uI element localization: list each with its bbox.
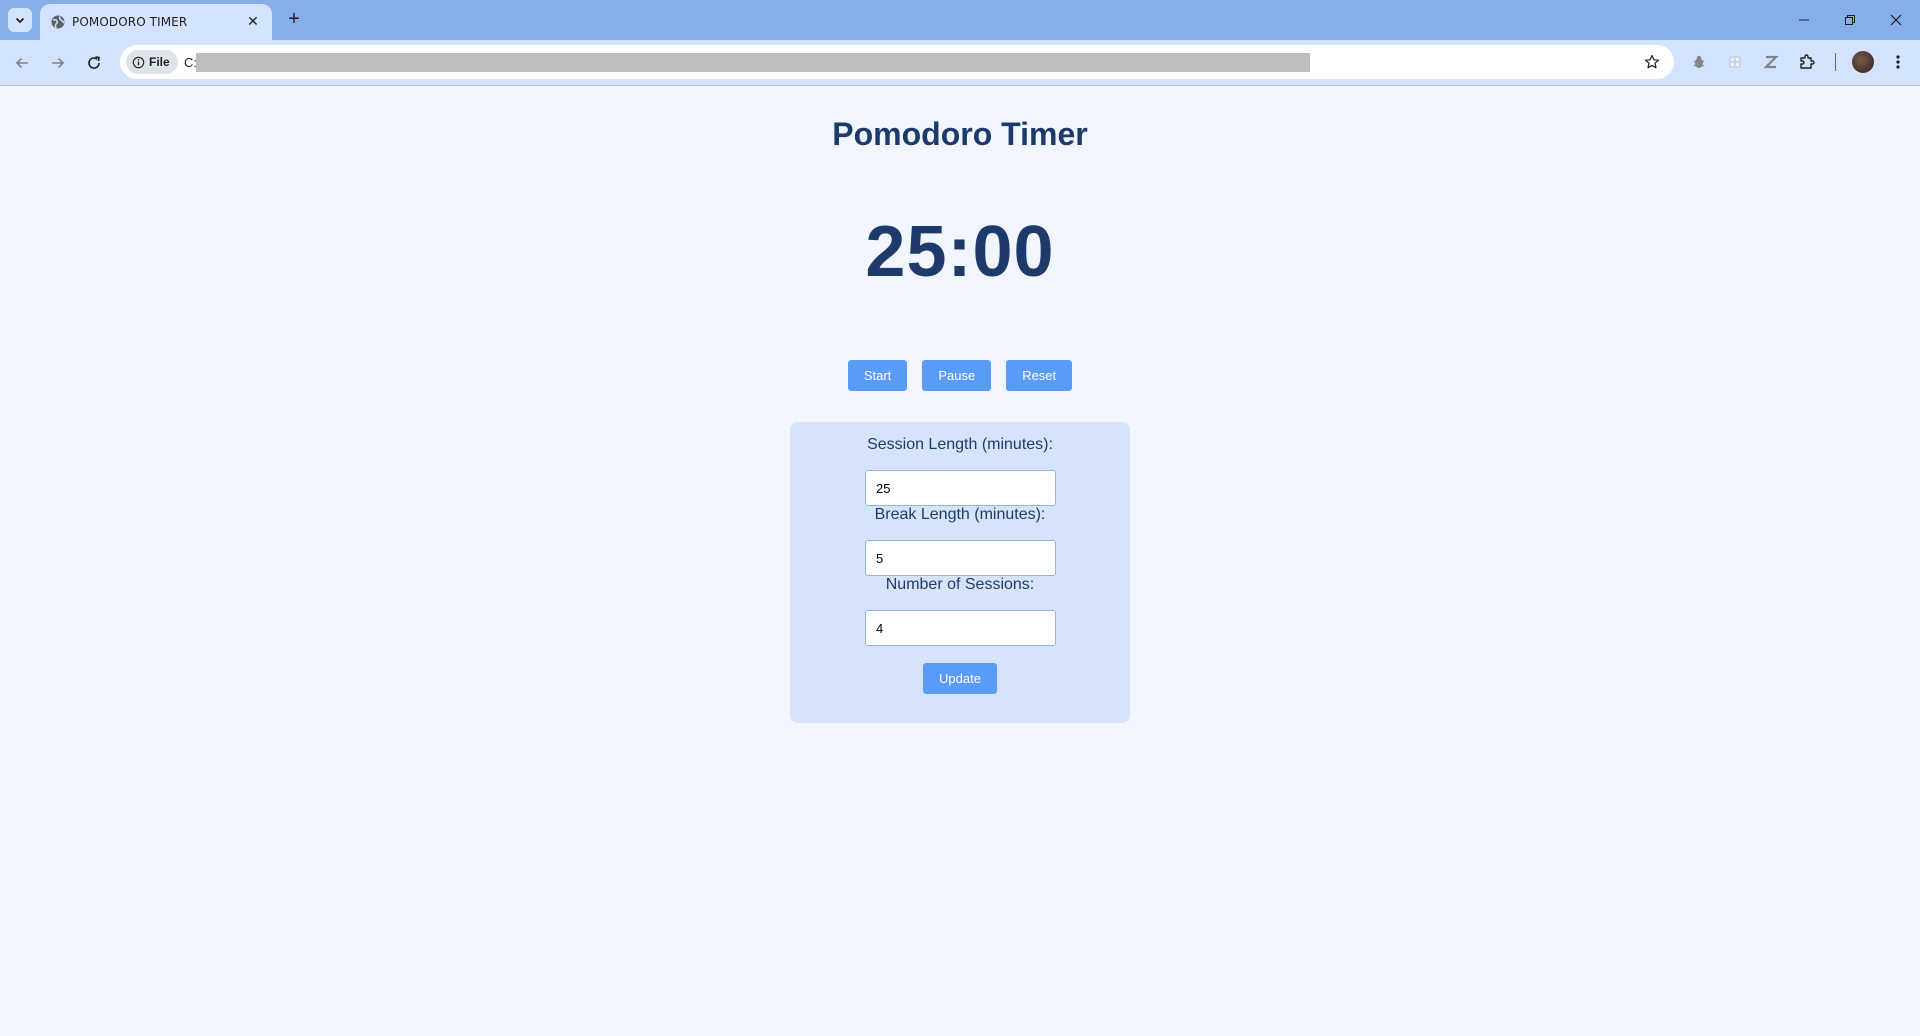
puzzle-extensions-icon[interactable] bbox=[1797, 52, 1817, 72]
close-tab-icon[interactable]: ✕ bbox=[244, 12, 262, 30]
scheme-label: File bbox=[149, 55, 170, 69]
tab-strip: POMODORO TIMER ✕ + bbox=[0, 0, 1920, 40]
page-title: Pomodoro Timer bbox=[832, 116, 1088, 152]
grid-extension-icon[interactable] bbox=[1725, 52, 1745, 72]
page-content: Pomodoro Timer 25:00 Start Pause Reset S… bbox=[0, 87, 1920, 1036]
tab-title: POMODORO TIMER bbox=[72, 15, 188, 29]
toolbar-divider bbox=[1835, 53, 1836, 71]
number-of-sessions-input[interactable] bbox=[865, 610, 1056, 646]
break-length-label: Break Length (minutes): bbox=[874, 506, 1046, 523]
start-button[interactable]: Start bbox=[847, 360, 908, 391]
session-length-label: Session Length (minutes): bbox=[867, 436, 1053, 453]
chevron-down-icon bbox=[15, 17, 25, 24]
timer-controls: Start Pause Reset bbox=[0, 360, 1920, 391]
more-menu-icon[interactable] bbox=[1888, 52, 1908, 72]
timer-display: 25:00 bbox=[865, 212, 1055, 292]
redacted-url bbox=[196, 53, 1310, 72]
browser-toolbar: File C: bbox=[0, 40, 1920, 86]
browser-tab[interactable]: POMODORO TIMER ✕ bbox=[40, 4, 272, 40]
forward-arrow-icon[interactable] bbox=[46, 51, 70, 75]
globe-icon bbox=[51, 15, 65, 29]
tab-search-button[interactable] bbox=[8, 8, 32, 32]
bug-extension-icon[interactable] bbox=[1689, 52, 1709, 72]
settings-panel: Session Length (minutes): Break Length (… bbox=[790, 422, 1130, 723]
site-info-chip[interactable]: File bbox=[126, 50, 178, 74]
update-button[interactable]: Update bbox=[923, 663, 997, 694]
number-of-sessions-label: Number of Sessions: bbox=[885, 576, 1035, 593]
close-window-icon[interactable] bbox=[1878, 6, 1914, 34]
address-bar[interactable]: File C: bbox=[120, 45, 1674, 79]
minimize-icon[interactable] bbox=[1786, 6, 1822, 34]
reload-icon[interactable] bbox=[82, 51, 106, 75]
info-icon bbox=[132, 56, 145, 68]
profile-avatar[interactable] bbox=[1852, 51, 1874, 73]
new-tab-button[interactable]: + bbox=[282, 8, 306, 32]
pause-button[interactable]: Pause bbox=[922, 360, 992, 391]
back-arrow-icon[interactable] bbox=[10, 51, 34, 75]
restore-icon[interactable] bbox=[1832, 6, 1868, 34]
break-length-input[interactable] bbox=[865, 540, 1056, 576]
session-length-input[interactable] bbox=[865, 470, 1056, 506]
reset-button[interactable]: Reset bbox=[1006, 360, 1073, 391]
bookmark-star-icon[interactable] bbox=[1642, 52, 1662, 72]
z-extension-icon[interactable] bbox=[1761, 52, 1781, 72]
